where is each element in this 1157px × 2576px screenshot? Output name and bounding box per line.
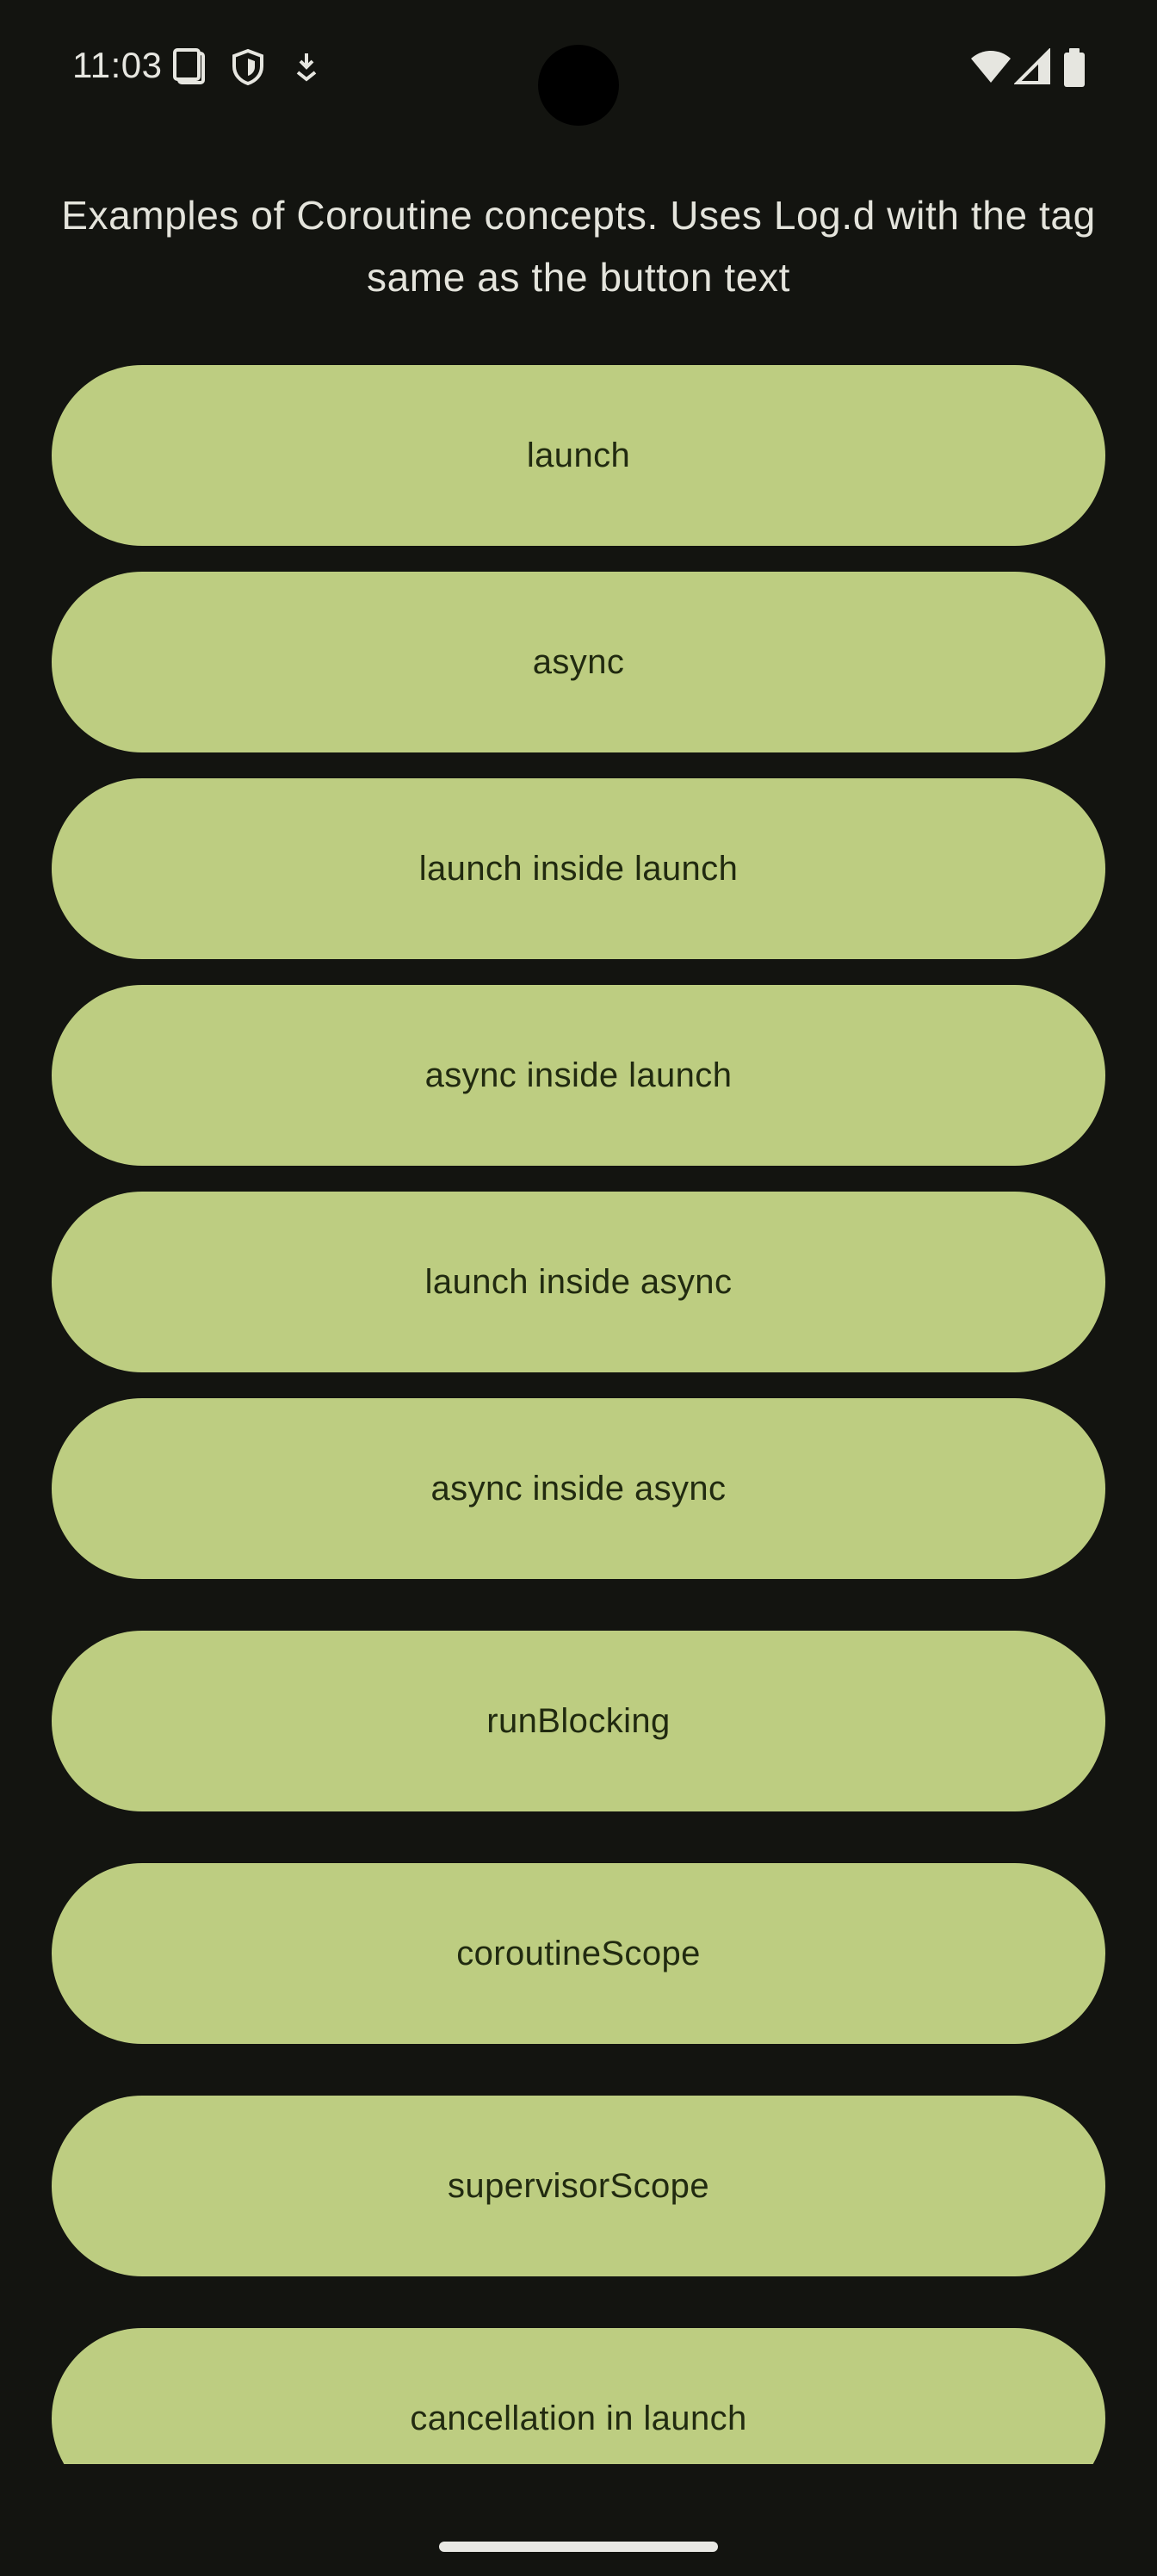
coroutine-scope-button[interactable]: coroutineScope: [52, 1863, 1105, 2044]
front-camera: [538, 45, 619, 126]
button-label: launch inside launch: [418, 849, 739, 888]
async-inside-async-button[interactable]: async inside async: [52, 1398, 1105, 1579]
sim-card-icon: [172, 48, 210, 86]
button-label: async inside async: [430, 1469, 727, 1508]
launch-inside-async-button[interactable]: launch inside async: [52, 1192, 1105, 1372]
launch-inside-launch-button[interactable]: launch inside launch: [52, 778, 1105, 959]
supervisor-scope-button[interactable]: supervisorScope: [52, 2096, 1105, 2276]
run-blocking-button[interactable]: runBlocking: [52, 1631, 1105, 1811]
button-label: async inside launch: [424, 1056, 733, 1094]
status-bar: 11:03: [0, 0, 1157, 138]
app-screen: 11:03 Examples of Coroutine concepts. Us…: [0, 0, 1157, 2576]
wifi-icon: [969, 46, 1012, 86]
async-inside-launch-button[interactable]: async inside launch: [52, 985, 1105, 1166]
button-label: launch inside async: [424, 1262, 733, 1301]
button-label: runBlocking: [486, 1701, 671, 1740]
shield-icon: [229, 48, 267, 86]
description-text: Examples of Coroutine concepts. Uses Log…: [61, 193, 1096, 300]
content-area: 11:03 Examples of Coroutine concepts. Us…: [0, 0, 1157, 2464]
async-button[interactable]: async: [52, 572, 1105, 752]
button-label: coroutineScope: [456, 1934, 701, 1972]
launch-button[interactable]: launch: [52, 365, 1105, 546]
status-time: 11:03: [72, 45, 163, 85]
home-gesture-bar[interactable]: [439, 2542, 718, 2552]
button-label: supervisorScope: [448, 2166, 709, 2205]
signal-icon: [1013, 47, 1052, 86]
button-label: cancellation in launch: [410, 2399, 747, 2437]
download-icon: [288, 48, 325, 86]
button-label: async: [532, 642, 625, 681]
cancellation-in-launch-button[interactable]: cancellation in launch: [52, 2328, 1105, 2464]
button-label: launch: [526, 436, 631, 474]
battery-icon: [1061, 46, 1088, 90]
